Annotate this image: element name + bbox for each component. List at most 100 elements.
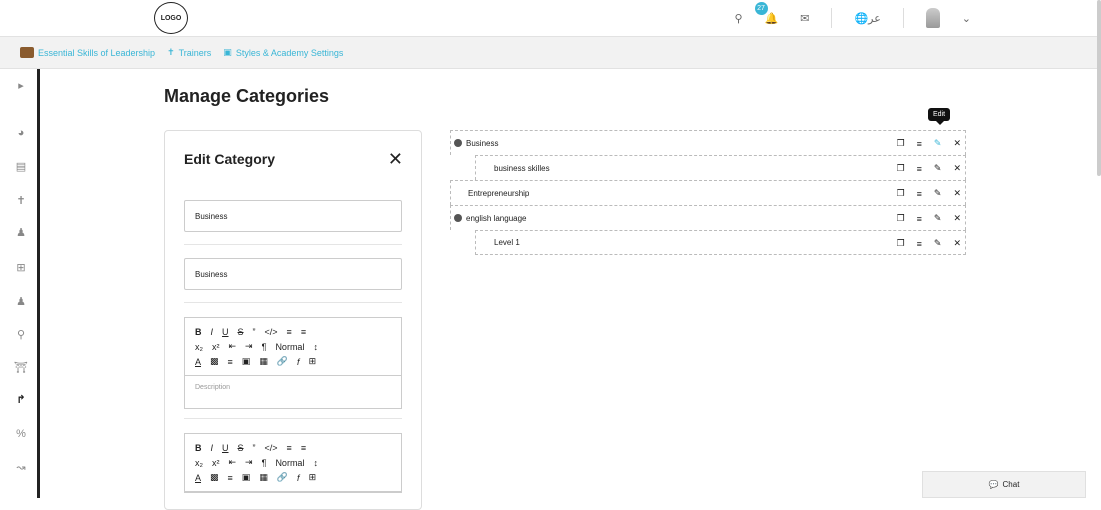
background-color-icon[interactable]: ▩ xyxy=(210,472,219,483)
outdent-icon[interactable]: ⇤ xyxy=(229,341,237,352)
collapse-icon[interactable] xyxy=(454,214,462,222)
top-icons: ⚲ 27 🔔 ✉ 🌐عر ⌄ xyxy=(734,0,971,36)
table-icon[interactable]: ⊞ xyxy=(309,356,317,367)
category-name-ar-input[interactable]: Business xyxy=(184,258,402,290)
mail-icon[interactable]: ✉ xyxy=(800,12,809,25)
search-icon[interactable]: ⚲ xyxy=(734,12,742,25)
notifications-bell-icon[interactable]: 27 🔔 xyxy=(754,1,778,25)
copy-icon[interactable]: ❐ xyxy=(897,238,905,249)
superscript-icon[interactable]: x² xyxy=(212,458,220,468)
edit-icon[interactable]: ✎ xyxy=(934,163,942,174)
align-icon[interactable]: ≡ xyxy=(228,473,233,483)
chevron-right-icon[interactable]: ▸ xyxy=(14,79,28,93)
description-textarea[interactable]: Description xyxy=(185,376,401,408)
formula-icon[interactable]: f xyxy=(297,357,300,367)
delete-icon[interactable]: ✕ xyxy=(953,238,961,249)
dashboard-icon[interactable]: ◕ xyxy=(14,126,28,140)
tree-row: english language ❐ ≡ ✎ ✕ xyxy=(450,205,966,230)
italic-icon[interactable]: I xyxy=(211,443,214,453)
link-icon[interactable]: 🔗 xyxy=(277,356,288,367)
blockquote-icon[interactable]: ” xyxy=(253,443,256,453)
image-icon[interactable]: ▣ xyxy=(242,356,251,367)
list-icon[interactable]: ≡ xyxy=(917,139,922,149)
list-icon[interactable]: ≡ xyxy=(917,214,922,224)
text-color-icon[interactable]: A xyxy=(195,473,201,483)
bullet-list-icon[interactable]: ≡ xyxy=(301,443,306,453)
copy-icon[interactable]: ❐ xyxy=(897,138,905,149)
close-icon[interactable]: ✕ xyxy=(388,149,403,170)
page-scrollbar[interactable] xyxy=(1097,0,1101,176)
ordered-list-icon[interactable]: ≡ xyxy=(287,443,292,453)
background-color-icon[interactable]: ▩ xyxy=(210,356,219,367)
edit-icon[interactable]: ✎ xyxy=(934,188,942,199)
delete-icon[interactable]: ✕ xyxy=(953,213,961,224)
percent-icon[interactable]: % xyxy=(14,427,28,441)
copy-icon[interactable]: ❐ xyxy=(897,188,905,199)
copy-icon[interactable]: ❐ xyxy=(897,163,905,174)
subscript-icon[interactable]: x₂ xyxy=(195,458,203,468)
rtl-icon[interactable]: ¶ xyxy=(262,342,267,352)
image-icon[interactable]: ▣ xyxy=(242,472,251,483)
subscript-icon[interactable]: x₂ xyxy=(195,342,203,352)
book-icon[interactable]: ▤ xyxy=(14,160,28,174)
italic-icon[interactable]: I xyxy=(211,327,214,337)
list-icon[interactable]: ≡ xyxy=(917,164,922,174)
bold-icon[interactable]: B xyxy=(195,327,202,337)
collapse-icon[interactable] xyxy=(454,139,462,147)
list-icon[interactable]: ≡ xyxy=(917,189,922,199)
user-avatar[interactable] xyxy=(925,8,940,28)
video-icon[interactable]: ▦ xyxy=(259,356,268,367)
strike-icon[interactable]: S xyxy=(238,327,244,337)
bold-icon[interactable]: B xyxy=(195,443,202,453)
language-switch[interactable]: 🌐عر xyxy=(854,12,880,25)
row-actions: ❐ ≡ ✎ ✕ xyxy=(897,131,961,156)
table-icon[interactable]: ⊞ xyxy=(309,472,317,483)
hierarchy-icon[interactable]: ⚲ xyxy=(14,328,28,342)
chevron-updown-icon[interactable]: ↕ xyxy=(313,342,318,352)
bullet-list-icon[interactable]: ≡ xyxy=(301,327,306,337)
link-icon[interactable]: 🔗 xyxy=(277,472,288,483)
institution-icon[interactable]: ⛩ xyxy=(14,361,28,375)
strike-icon[interactable]: S xyxy=(238,443,244,453)
indent-icon[interactable]: ⇥ xyxy=(245,341,253,352)
nav-trainers-link[interactable]: ✝ Trainers xyxy=(167,47,211,58)
ordered-list-icon[interactable]: ≡ xyxy=(287,327,292,337)
category-name-input[interactable]: Business xyxy=(184,200,402,232)
underline-icon[interactable]: U xyxy=(222,327,229,337)
indent-icon[interactable]: ⇥ xyxy=(245,457,253,468)
heading-select[interactable]: Normal xyxy=(275,342,304,352)
code-icon[interactable]: </> xyxy=(265,327,278,337)
delete-icon[interactable]: ✕ xyxy=(953,163,961,174)
blockquote-icon[interactable]: ” xyxy=(253,327,256,337)
delete-icon[interactable]: ✕ xyxy=(953,188,961,199)
rtl-icon[interactable]: ¶ xyxy=(262,458,267,468)
edit-icon[interactable]: ✎ xyxy=(934,138,942,149)
list-icon[interactable]: ≡ xyxy=(917,239,922,249)
upload-arrow-icon[interactable]: ↱ xyxy=(14,393,28,407)
chat-button[interactable]: 💬 Chat xyxy=(922,471,1086,498)
chart-line-icon[interactable]: ↝ xyxy=(14,461,28,475)
align-icon[interactable]: ≡ xyxy=(228,357,233,367)
trainer-icon[interactable]: ✝ xyxy=(14,194,28,208)
users-icon[interactable]: ♟ xyxy=(14,226,28,240)
chevron-updown-icon[interactable]: ↕ xyxy=(313,458,318,468)
copy-icon[interactable]: ❐ xyxy=(897,213,905,224)
edit-icon[interactable]: ✎ xyxy=(934,238,942,249)
superscript-icon[interactable]: x² xyxy=(212,342,220,352)
user-icon[interactable]: ♟ xyxy=(14,295,28,309)
formula-icon[interactable]: f xyxy=(297,473,300,483)
text-color-icon[interactable]: A xyxy=(195,357,201,367)
row-actions: ❐ ≡ ✎ ✕ xyxy=(897,231,961,256)
chevron-down-icon[interactable]: ⌄ xyxy=(962,12,971,25)
nav-course-link[interactable]: Essential Skills of Leadership xyxy=(20,47,155,58)
logo[interactable]: LOGO xyxy=(154,2,188,34)
grid-icon[interactable]: ⊞ xyxy=(14,261,28,275)
outdent-icon[interactable]: ⇤ xyxy=(229,457,237,468)
nav-styles-link[interactable]: ▣ Styles & Academy Settings xyxy=(223,47,343,58)
video-icon[interactable]: ▦ xyxy=(259,472,268,483)
underline-icon[interactable]: U xyxy=(222,443,229,453)
edit-icon[interactable]: ✎ xyxy=(934,213,942,224)
delete-icon[interactable]: ✕ xyxy=(953,138,961,149)
code-icon[interactable]: </> xyxy=(265,443,278,453)
heading-select[interactable]: Normal xyxy=(275,458,304,468)
